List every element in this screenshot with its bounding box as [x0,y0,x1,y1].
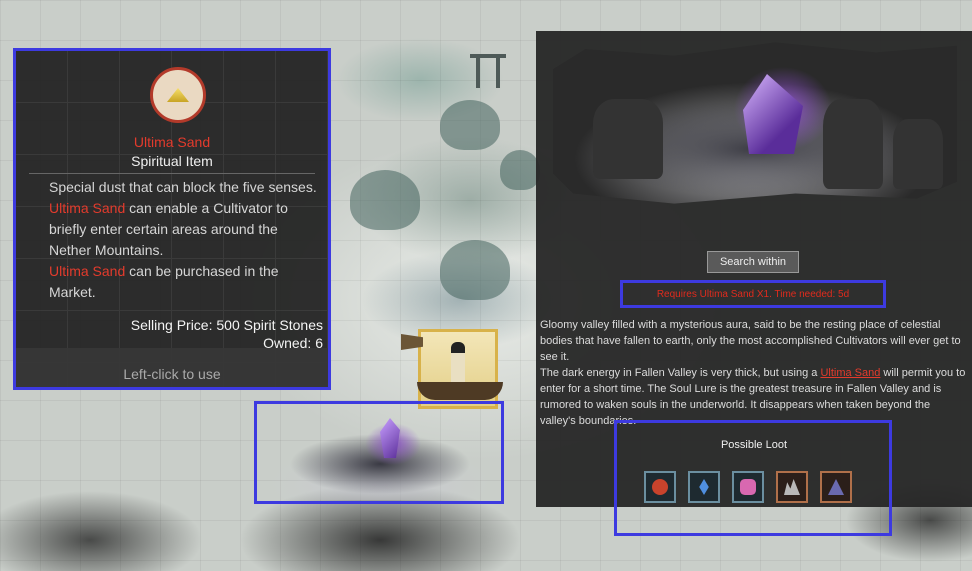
item-icon [150,67,206,123]
rock-icon [893,119,943,189]
crystal-icon [743,74,803,154]
tree-icon [440,240,510,300]
player-avatar[interactable] [401,329,503,409]
rock-icon [593,99,663,179]
desc-highlight: Ultima Sand [49,263,126,279]
possible-loot-title: Possible Loot [720,439,788,451]
rock-icon [823,99,883,189]
crystal-icon [380,418,400,458]
desc-text: Special dust that can block the five sen… [49,179,317,195]
search-within-button[interactable]: Search within [707,251,799,273]
tree-icon [350,170,420,230]
tree-icon [500,150,540,190]
desc-text: The dark energy in Fallen Valley is very… [540,367,821,379]
loot-slot[interactable] [732,471,764,503]
blue-crystal-icon [699,479,709,495]
item-tooltip: Ultima Sand Spiritual Item Special dust … [15,50,329,388]
location-description: Gloomy valley filled with a mysterious a… [540,317,966,429]
ultima-sand-link[interactable]: Ultima Sand [820,367,880,379]
item-description: Special dust that can block the five sen… [49,177,319,303]
loot-slot[interactable] [776,471,808,503]
tree-icon [440,100,500,150]
fallen-valley-artwork [553,42,957,204]
location-panel: Search within Requires Ultima Sand X1. T… [536,31,972,507]
flag-icon [401,334,423,350]
requirements-text: Requires Ultima Sand X1. Time needed: 5d [656,289,850,300]
use-hint: Left-click to use [123,366,221,382]
desc-paragraph: The dark energy in Fallen Valley is very… [540,365,966,429]
silver-ore-icon [784,479,800,495]
loot-slot[interactable] [644,471,676,503]
loot-slot[interactable] [820,471,852,503]
dark-stone-icon [828,479,844,495]
desc-paragraph: Gloomy valley filled with a mysterious a… [540,319,961,363]
item-name: Ultima Sand [133,134,211,150]
selling-price: Selling Price: 500 Spirit Stones [130,317,323,333]
price-block: Selling Price: 500 Spirit Stones Owned: … [131,316,323,352]
torii-gate-icon [470,54,506,88]
boat-icon [417,382,503,400]
divider [29,173,315,174]
fallen-valley-location[interactable] [258,404,502,500]
desc-highlight: Ultima Sand [49,200,126,216]
loot-slot[interactable] [688,471,720,503]
pink-gem-icon [740,479,756,495]
red-orb-icon [652,479,668,495]
item-type: Spiritual Item [131,153,213,169]
sand-pile-icon [167,88,189,102]
